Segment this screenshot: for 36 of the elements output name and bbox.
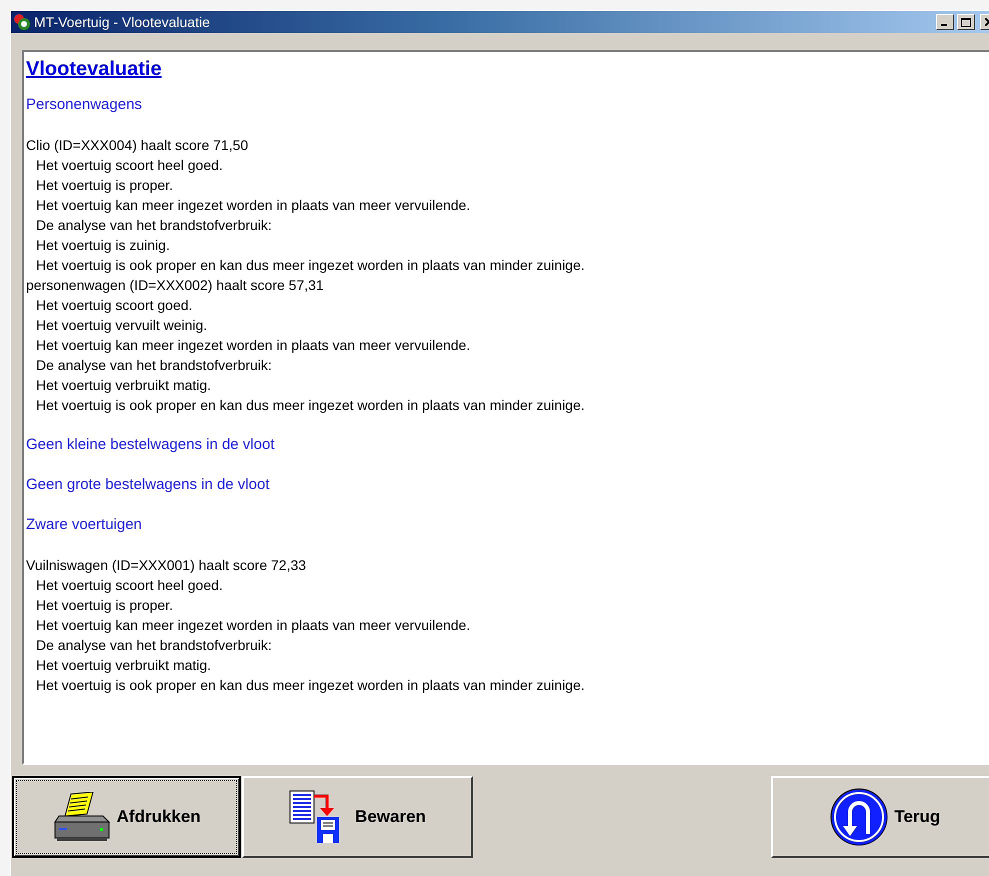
maximize-icon: [961, 18, 971, 26]
vehicle-score-line: personenwagen (ID=XXX002) haalt score 57,31: [26, 276, 325, 295]
assessment-line: Het voertuig is ook proper en kan dus meer ingezet worden in plaats van minder zuinige.: [35, 396, 586, 415]
minimize-button[interactable]: [936, 14, 954, 30]
assessment-line: Het voertuig vervuilt weinig.: [35, 316, 208, 335]
assessment-line: Het voertuig verbruikt matig.: [35, 376, 212, 395]
assessment-line: De analyse van het brandstofverbruik:: [35, 216, 273, 235]
maximize-button[interactable]: [957, 14, 975, 30]
assessment-line: Het voertuig scoort heel goed.: [35, 156, 224, 175]
app-icon: [13, 13, 31, 31]
assessment-line: Het voertuig scoort heel goed.: [35, 576, 224, 595]
assessment-line: Het voertuig is proper.: [35, 176, 174, 195]
assessment-line: De analyse van het brandstofverbruik:: [35, 356, 273, 375]
assessment-line: Het voertuig verbruikt matig.: [35, 656, 212, 675]
window-title: MT-Voertuig - Vlootevaluatie: [34, 14, 211, 30]
printer-icon: [52, 792, 111, 842]
print-button[interactable]: Afdrukken: [12, 776, 242, 858]
section-heading: Geen grote bestelwagens in de vloot: [26, 475, 270, 495]
section-heading: Personenwagens: [26, 95, 143, 115]
assessment-line: Het voertuig is ook proper en kan dus meer ingezet worden in plaats van minder zuinige.: [35, 256, 586, 275]
assessment-line: Het voertuig is ook proper en kan dus meer ingezet worden in plaats van minder zuinige.: [35, 676, 586, 695]
report-heading[interactable]: Vlootevaluatie: [26, 58, 989, 81]
assessment-line: Het voertuig is proper.: [35, 596, 174, 615]
section-heading: Zware voertuigen: [26, 515, 143, 535]
u-turn-icon: [830, 788, 888, 846]
assessment-line: Het voertuig is zuinig.: [35, 236, 171, 255]
vehicle-score-line: Clio (ID=XXX004) haalt score 71,50: [26, 136, 250, 155]
assessment-line: Het voertuig kan meer ingezet worden in plaats van meer vervuilende.: [35, 196, 472, 215]
assessment-line: Het voertuig scoort goed.: [35, 296, 194, 315]
section-heading: Geen kleine bestelwagens in de vloot: [26, 435, 276, 455]
save-button[interactable]: Bewaren: [242, 776, 473, 858]
back-button[interactable]: Terug: [770, 776, 989, 858]
assessment-line: Het voertuig kan meer ingezet worden in plaats van meer vervuilende.: [35, 336, 472, 355]
assessment-line: De analyse van het brandstofverbruik:: [35, 636, 273, 655]
assessment-line: Het voertuig kan meer ingezet worden in plaats van meer vervuilende.: [35, 616, 472, 635]
vehicle-score-line: Vuilniswagen (ID=XXX001) haalt score 72,33: [26, 556, 308, 575]
